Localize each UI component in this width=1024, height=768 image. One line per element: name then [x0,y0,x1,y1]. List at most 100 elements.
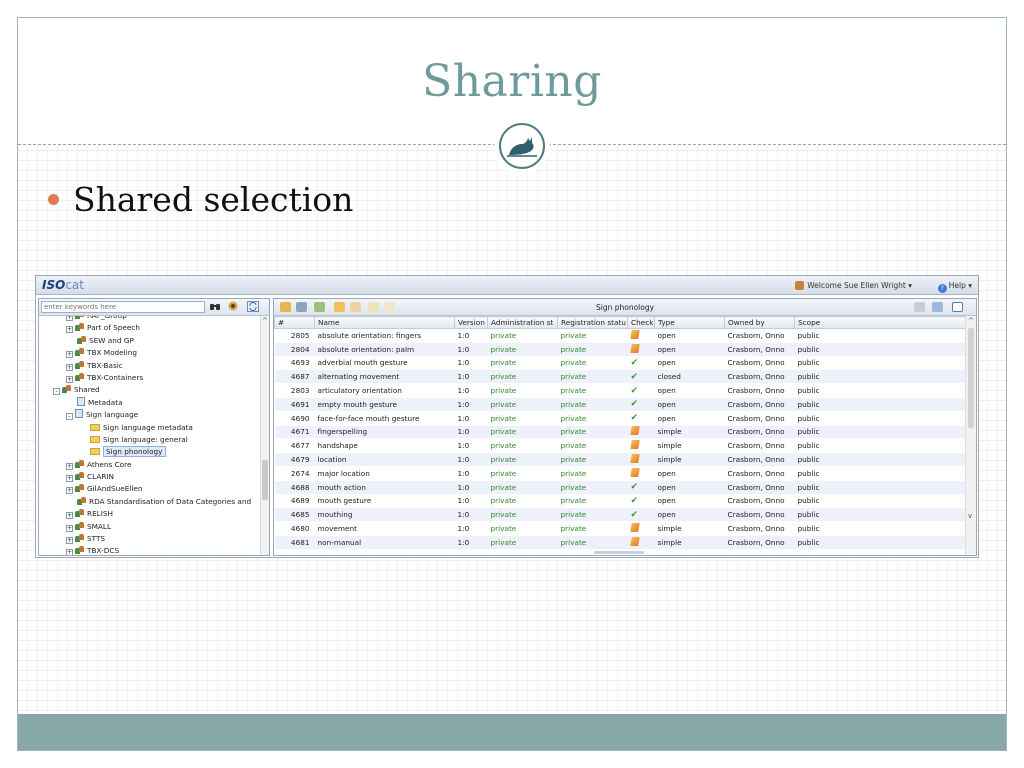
tree-item[interactable]: Sign language metadata [39,422,261,434]
cell-owner: Crasborn, Onno [724,466,795,481]
tree-item[interactable]: SEW and GP [39,335,261,347]
tree-item[interactable]: Sign phonology [39,446,261,458]
horizontal-scroll-thumb[interactable] [594,551,644,554]
table-row[interactable]: 4688 mouth action 1:0 private private ✔ open Cr… [274,480,967,495]
binoculars-icon[interactable] [209,301,222,313]
tree-item[interactable]: + TBX-Containers [39,372,261,384]
tree-item[interactable]: - Shared [39,384,261,396]
tree-item[interactable]: + TBX Modeling [39,347,261,359]
cell-version: 1:0 [454,397,488,412]
expander-icon[interactable]: + [66,537,73,545]
grid-scrollbar[interactable]: ^ v [965,316,976,555]
table-row[interactable]: 4693 adverbial mouth gesture 1:0 private pri… [274,356,967,371]
isocat-logo[interactable]: ISOcat [42,278,84,292]
tree-item[interactable]: + STTS [39,533,261,545]
tree-item[interactable]: Metadata [39,396,261,409]
column-header[interactable]: Owned by [724,316,795,329]
print-list-icon[interactable] [914,302,925,312]
expander-icon[interactable]: + [66,363,73,371]
table-row[interactable]: 4691 empty mouth gesture 1:0 private private… [274,397,967,412]
table-row[interactable]: 2805 absolute orientation: fingers 1:0 priv… [274,328,967,343]
search-input[interactable] [41,301,205,313]
column-header[interactable]: Registration statu [557,316,628,329]
column-header[interactable]: Administration st [487,316,558,329]
column-header[interactable]: Check [627,316,655,329]
table-row[interactable]: 2803 articulatory orientation 1:0 private pr… [274,383,967,398]
slide-title: Sharing [422,56,602,107]
table-row[interactable]: 4671 fingerspelling 1:0 private private simpl… [274,425,967,440]
cell-name: location [314,452,455,467]
cell-type: open [654,342,725,357]
check-status-cell: ✔ [627,356,655,371]
expander-icon[interactable]: + [66,524,73,532]
table-row[interactable]: 2804 absolute orientation: palm 1:0 private… [274,342,967,357]
table-row[interactable]: 4681 non-manual 1:0 private private simple Cra… [274,535,967,550]
grid-scroll-down-icon[interactable]: v [968,512,972,520]
cell-reg: private [557,535,628,550]
cell-admin: private [487,383,558,398]
expander-icon[interactable]: + [66,487,73,495]
tree-item[interactable]: + Part of Speech [39,322,261,334]
refresh-icon[interactable] [247,301,260,313]
tree-item[interactable]: + GilAndSueEllen [39,483,261,495]
tree-item[interactable]: RDA Standardisation of Data Categories a… [39,496,261,508]
expander-icon[interactable]: - [53,388,60,396]
cell-owner: Crasborn, Onno [724,342,795,357]
expander-icon[interactable]: + [66,316,73,321]
table-row[interactable]: 4689 mouth gesture 1:0 private private ✔ open C… [274,494,967,509]
refresh-grid-icon[interactable] [932,302,943,312]
tree-scrollbar[interactable]: ^ [260,316,269,555]
user-menu[interactable]: Welcome Sue Ellen Wright ▾ [795,281,912,290]
tree-item[interactable]: + SMALL [39,521,261,533]
tree-item[interactable]: + CLARIN [39,471,261,483]
table-row[interactable]: 4685 mouthing 1:0 private private ✔ open Crasbo… [274,507,967,523]
expander-icon[interactable]: - [66,413,73,421]
tree-item[interactable]: Sign language: general [39,434,261,446]
grid-scroll-up-icon[interactable]: ^ [968,317,974,325]
column-header[interactable]: # [274,316,315,329]
table-row[interactable]: 4687 alternating movement 1:0 private privat… [274,369,967,385]
expander-icon[interactable]: + [66,512,73,520]
cell-scope: public [794,411,967,426]
cell-admin: private [487,369,558,385]
cell-scope: public [794,494,967,509]
tree-item[interactable]: + RELISH [39,508,261,520]
expander-icon[interactable]: + [66,462,73,470]
expander-icon[interactable]: + [66,326,73,334]
checkmark-icon: ✔ [630,357,639,368]
clear-search-icon[interactable] [227,301,240,313]
expander-icon[interactable]: + [66,375,73,383]
help-menu[interactable]: ? Help ▾ [937,281,972,293]
cell-id: 4687 [274,369,315,385]
cell-reg: private [557,369,628,385]
expander-icon[interactable]: + [66,475,73,483]
maximize-icon[interactable] [952,302,963,312]
group-icon [75,509,84,518]
table-row[interactable]: 4690 face-for-face mouth gesture 1:0 privat… [274,411,967,426]
column-header[interactable]: Name [314,316,455,329]
table-row[interactable]: 4679 location 1:0 private private simple Crasb… [274,452,967,467]
cell-scope: public [794,383,967,398]
cell-owner: Crasborn, Onno [724,383,795,398]
grid-scroll-thumb[interactable] [968,328,974,428]
table-row[interactable]: 2674 major location 1:0 private private open C… [274,466,967,481]
cell-type: simple [654,535,725,550]
cell-scope: public [794,397,967,412]
tree-item[interactable]: + TBX-Basic [39,360,261,372]
table-row[interactable]: 4677 handshape 1:0 private private simple Cras… [274,438,967,454]
check-status-cell [627,342,655,357]
tree-item-label: Metadata [88,397,123,407]
tree-item[interactable]: - Sign language [39,409,261,421]
column-header[interactable]: Version [454,316,488,329]
cell-type: open [654,397,725,412]
column-header[interactable]: Scope [794,316,967,329]
column-header[interactable]: Type [654,316,725,329]
expander-icon[interactable]: + [66,549,73,555]
tree-scroll-thumb[interactable] [262,460,268,500]
tree-item[interactable]: + Athens Core [39,459,261,471]
expander-icon[interactable]: + [66,351,73,359]
tree-item[interactable]: + TBX-DCS [39,545,261,555]
cell-type: simple [654,521,725,536]
scroll-up-icon[interactable]: ^ [262,317,268,325]
table-row[interactable]: 4680 movement 1:0 private private simple Crasb… [274,521,967,536]
